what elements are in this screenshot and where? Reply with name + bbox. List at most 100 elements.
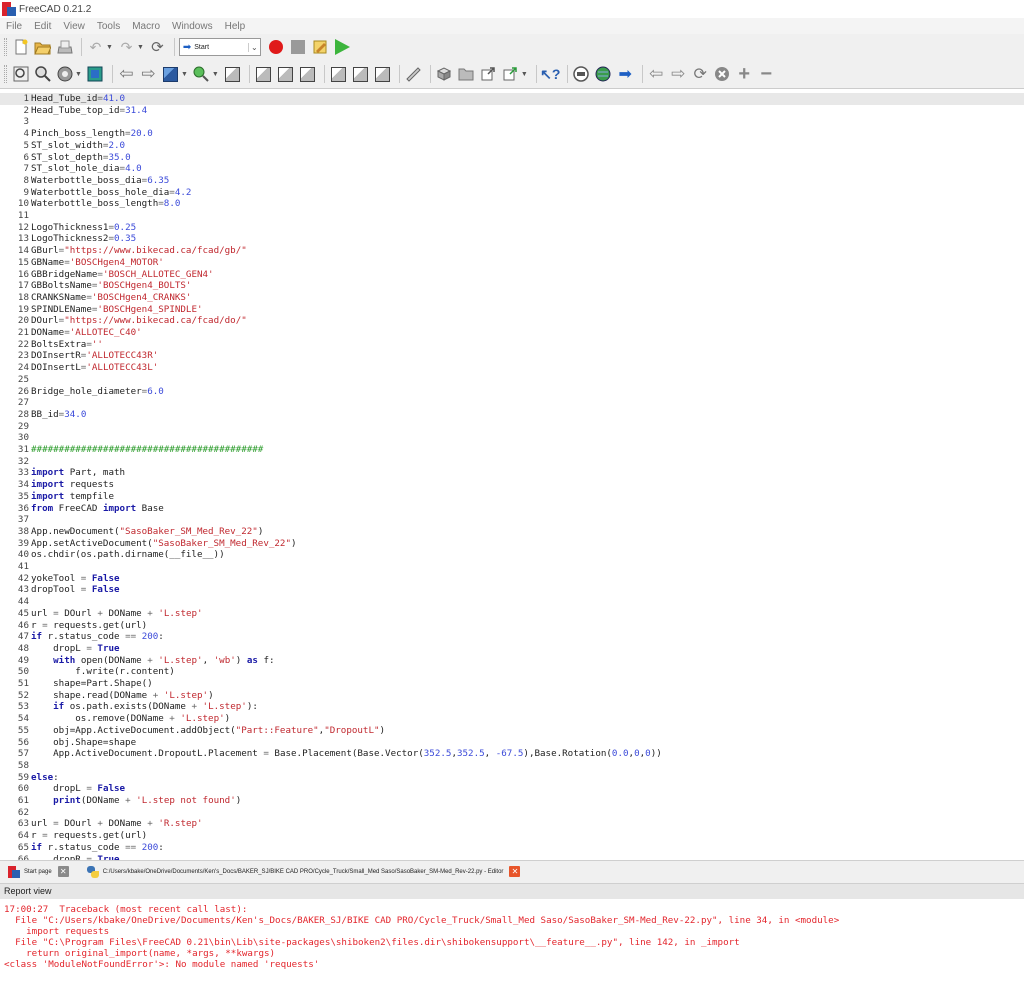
code-line[interactable]: 58 (0, 760, 1024, 772)
redo-icon[interactable]: ↷ (117, 38, 136, 57)
report-view[interactable]: 17:00:27 Traceback (most recent call las… (0, 899, 1024, 987)
code-line[interactable]: 14 GBurl="https://www.bikecad.ca/fcad/gb/… (0, 245, 1024, 257)
code-line[interactable]: 50 f.write(r.content) (0, 666, 1024, 678)
zoom-out-icon[interactable]: − (757, 63, 776, 85)
code-line[interactable]: 27 (0, 397, 1024, 409)
create-part-icon[interactable] (435, 65, 454, 84)
left-view-icon[interactable] (373, 65, 392, 84)
isometric-view-icon[interactable] (223, 65, 242, 84)
code-line[interactable]: 62 (0, 807, 1024, 819)
create-group-icon[interactable] (457, 65, 476, 84)
new-document-icon[interactable] (11, 38, 30, 57)
record-macro-icon[interactable] (267, 38, 286, 57)
code-line[interactable]: 38 App.newDocument("SasoBaker_SM_Med_Rev_… (0, 526, 1024, 538)
refresh-icon[interactable]: ⟳ (148, 38, 167, 57)
redo-dropdown-icon[interactable]: ▼ (137, 44, 144, 51)
code-line[interactable]: 25 (0, 374, 1024, 386)
code-line[interactable]: 21 DOName='ALLOTEC_C40' (0, 327, 1024, 339)
back-arrow-icon[interactable]: ⇦ (117, 64, 136, 84)
fit-selection-icon[interactable] (33, 65, 52, 84)
code-line[interactable]: 5 ST_slot_width=2.0 (0, 140, 1024, 152)
code-line[interactable]: 9 Waterbottle_boss_hole_dia=4.2 (0, 187, 1024, 199)
bottom-view-icon[interactable] (351, 65, 370, 84)
code-line[interactable]: 20 DOurl="https://www.bikecad.ca/fcad/do/… (0, 315, 1024, 327)
web-refresh-icon[interactable]: ⟳ (691, 65, 710, 84)
code-line[interactable]: 17 GBBoltsName='BOSCHgen4_BOLTS' (0, 280, 1024, 292)
code-line[interactable]: 10 Waterbottle_boss_length=8.0 (0, 198, 1024, 210)
open-folder-icon[interactable] (33, 38, 52, 57)
save-icon[interactable] (55, 38, 74, 57)
code-line[interactable]: 36 from FreeCAD import Base (0, 503, 1024, 515)
link-actions-icon[interactable] (501, 65, 520, 84)
code-line[interactable]: 51 shape=Part.Shape() (0, 678, 1024, 690)
code-line[interactable]: 15 GBName='BOSCHgen4_MOTOR' (0, 257, 1024, 269)
code-line[interactable]: 6 ST_slot_depth=35.0 (0, 152, 1024, 164)
code-line[interactable]: 26 Bridge_hole_diameter=6.0 (0, 386, 1024, 398)
code-line[interactable]: 13 LogoThickness2=0.35 (0, 233, 1024, 245)
tab-editor[interactable]: C:/Users/kbake/OneDrive/Documents/Ken's_… (81, 863, 527, 881)
draw-style-icon[interactable] (55, 65, 74, 84)
code-line[interactable]: 16 GBBridgeName='BOSCH_ALLOTEC_GEN4' (0, 269, 1024, 281)
code-line[interactable]: 24 DOInsertL='ALLOTECC43L' (0, 362, 1024, 374)
code-line[interactable]: 4 Pinch_boss_length=20.0 (0, 128, 1024, 140)
code-line[interactable]: 33 import Part, math (0, 467, 1024, 479)
undo-icon[interactable]: ↶ (86, 38, 105, 57)
close-icon[interactable]: ✕ (57, 866, 69, 877)
workbench-selector[interactable]: ➡ Start ⌄ (178, 38, 261, 56)
code-line[interactable]: 19 SPINDLEName='BOSCHgen4_SPINDLE' (0, 304, 1024, 316)
code-line[interactable]: 7 ST_slot_hole_dia=4.0 (0, 163, 1024, 175)
code-line[interactable]: 28 BB_id=34.0 (0, 409, 1024, 421)
code-line[interactable]: 59 else: (0, 772, 1024, 784)
whats-this-icon[interactable]: ↖? (540, 65, 560, 84)
code-line[interactable]: 12 LogoThickness1=0.25 (0, 222, 1024, 234)
toolbar-grip[interactable] (4, 38, 7, 56)
workbench-cube-icon[interactable] (161, 65, 180, 84)
web-stop-icon[interactable] (713, 65, 732, 84)
code-line[interactable]: 53 if os.path.exists(DOName + 'L.step'): (0, 701, 1024, 713)
code-line[interactable]: 45 url = DOurl + DOName + 'L.step' (0, 608, 1024, 620)
code-line[interactable]: 44 (0, 596, 1024, 608)
menu-file[interactable]: File (0, 21, 28, 32)
code-line[interactable]: 64 r = requests.get(url) (0, 830, 1024, 842)
code-line[interactable]: 65 if r.status_code == 200: (0, 842, 1024, 854)
tab-start-page[interactable]: Start page ✕ (0, 863, 75, 881)
menu-help[interactable]: Help (219, 21, 252, 32)
run-macro-icon[interactable] (333, 38, 352, 57)
menu-tools[interactable]: Tools (91, 21, 126, 32)
code-line[interactable]: 42 yokeTool = False (0, 573, 1024, 585)
measure-distance-icon[interactable] (404, 65, 423, 84)
code-line[interactable]: 31 ######################################… (0, 444, 1024, 456)
front-view-icon[interactable] (254, 65, 273, 84)
code-line[interactable]: 11 (0, 210, 1024, 222)
code-line[interactable]: 54 os.remove(DOName + 'L.step') (0, 713, 1024, 725)
undo-dropdown-icon[interactable]: ▼ (106, 44, 113, 51)
link-icon[interactable] (479, 65, 498, 84)
bounding-box-icon[interactable] (86, 65, 105, 84)
code-line[interactable]: 8 Waterbottle_boss_dia=6.35 (0, 175, 1024, 187)
zoom-in-icon[interactable]: + (735, 63, 754, 85)
rear-view-icon[interactable] (329, 65, 348, 84)
menu-macro[interactable]: Macro (126, 21, 166, 32)
top-view-icon[interactable] (276, 65, 295, 84)
code-line[interactable]: 60 dropL = False (0, 783, 1024, 795)
right-view-icon[interactable] (298, 65, 317, 84)
code-line[interactable]: 40 os.chdir(os.path.dirname(__file__)) (0, 549, 1024, 561)
code-line[interactable]: 30 (0, 432, 1024, 444)
workbench-cube-dropdown-icon[interactable]: ▼ (181, 71, 188, 78)
code-line[interactable]: 48 dropL = True (0, 643, 1024, 655)
code-line[interactable]: 52 shape.read(DOName + 'L.step') (0, 690, 1024, 702)
code-line[interactable]: 37 (0, 514, 1024, 526)
code-line[interactable]: 47 if r.status_code == 200: (0, 631, 1024, 643)
code-line[interactable]: 29 (0, 421, 1024, 433)
code-line[interactable]: 41 (0, 561, 1024, 573)
menu-edit[interactable]: Edit (28, 21, 57, 32)
toolbar-grip[interactable] (4, 65, 7, 83)
code-line[interactable]: 1 Head_Tube_id=41.0 (0, 93, 1024, 105)
code-line[interactable]: 56 obj.Shape=shape (0, 737, 1024, 749)
code-line[interactable]: 43 dropTool = False (0, 584, 1024, 596)
web-globe-icon[interactable] (594, 65, 613, 84)
forward-arrow-icon[interactable]: ⇨ (139, 64, 158, 84)
code-line[interactable]: 55 obj=App.ActiveDocument.addObject("Par… (0, 725, 1024, 737)
fit-all-icon[interactable] (11, 65, 30, 84)
code-line[interactable]: 35 import tempfile (0, 491, 1024, 503)
